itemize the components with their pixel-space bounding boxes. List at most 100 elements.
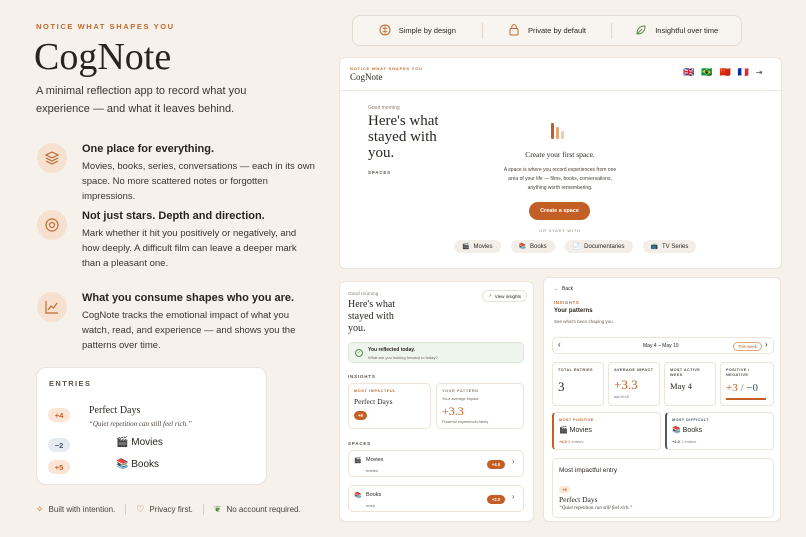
stat-value: +3.3 xyxy=(614,377,638,392)
feature-body: Movies, books, series, conversations — e… xyxy=(82,161,315,202)
entry-count: 2 entries xyxy=(568,439,584,444)
books-icon: 📚 xyxy=(518,244,526,250)
insights-sub: See what's been shaping you. xyxy=(554,319,614,324)
entry-movies: 🎬 Movies xyxy=(116,437,163,448)
feature-body: CogNote tracks the emotional impact of w… xyxy=(82,310,296,351)
entry-books: 📚 Books xyxy=(116,459,159,470)
ratio-bar xyxy=(726,398,766,400)
divider xyxy=(340,90,783,91)
entry-title: Books xyxy=(131,459,160,470)
entry-title: Perfect Days xyxy=(559,495,598,504)
flag-uk-icon[interactable]: 🇬🇧 xyxy=(683,67,694,78)
headline-line: you. xyxy=(348,323,366,334)
card-meta: +4.0 2 entries xyxy=(559,439,583,444)
app-brand[interactable]: CogNote xyxy=(350,72,383,82)
create-space-button[interactable]: Create a space xyxy=(529,202,590,220)
chevron-right-icon: › xyxy=(512,492,515,501)
most-impactful-card[interactable]: MOST IMPACTFUL Perfect Days +5 xyxy=(348,383,431,429)
space-row[interactable]: 🎬 Movies entries +4.0 › xyxy=(348,450,524,477)
stat-card: TOTAL ENTRIES 3 xyxy=(552,362,604,406)
card-title-text: Books xyxy=(682,427,703,434)
headline-line: Here's what xyxy=(368,113,439,129)
books-icon: 📚 xyxy=(116,459,129,470)
starter-chip[interactable]: 📄 Documentaries xyxy=(564,240,633,253)
date-range-bar: ‹ May 4 – May 10 This week › xyxy=(552,337,774,354)
bar-shape xyxy=(556,127,559,139)
card-heading: Most impactful entry xyxy=(559,467,618,474)
stat-label: POSITIVE / NEGATIVE xyxy=(726,368,750,377)
this-week-pill[interactable]: This week xyxy=(733,342,762,351)
view-insights-button[interactable]: ↗ View insights xyxy=(482,290,527,302)
back-button[interactable]: ← Back xyxy=(554,286,573,292)
pattern-card[interactable]: YOUR PATTERN Your average impact +3.3 Po… xyxy=(436,383,524,429)
greeting: Good morning xyxy=(368,105,400,111)
app-eyebrow: NOTICE WHAT SHAPES YOU xyxy=(350,66,423,71)
brain-icon xyxy=(379,24,391,38)
card-label: MOST DIFFICULT xyxy=(672,418,709,422)
starter-chip[interactable]: 📺 TV Series xyxy=(642,240,697,253)
chevron-right-icon[interactable]: › xyxy=(765,340,768,349)
value-separator: / xyxy=(740,382,744,394)
flag-brazil-icon[interactable]: 🇧🇷 xyxy=(701,67,712,78)
stat-label: TOTAL ENTRIES xyxy=(558,368,593,372)
empty-body: A space is where you record experiences … xyxy=(503,167,617,191)
trend-icon xyxy=(37,292,67,322)
entry-quote: “Quiet repetition can still feel rich.” xyxy=(89,420,192,428)
or-start-label: OR START WITH xyxy=(539,228,581,233)
hero-description: A minimal reflection app to record what … xyxy=(36,85,247,115)
headline-line: stayed with xyxy=(348,311,394,322)
entry-title: Perfect Days xyxy=(89,405,141,416)
card-title: Perfect Days xyxy=(354,397,393,406)
headline-line: you. xyxy=(368,145,395,161)
movie-camera-icon: 🎬 xyxy=(354,458,362,464)
space-row[interactable]: 📚 Books entry +2.0 › xyxy=(348,485,524,512)
entries-card: ENTRIES +4 Perfect Days “Quiet repetitio… xyxy=(36,367,267,485)
impact-badge: +5 xyxy=(48,460,70,474)
starter-chip[interactable]: 📚 Books xyxy=(510,240,555,253)
check-icon: ✓ xyxy=(355,349,363,357)
flag-china-icon[interactable]: 🇨🇳 xyxy=(719,67,730,78)
pattern-note: Powerful experiences lately xyxy=(442,420,489,424)
benefit-item: Private by default xyxy=(483,23,612,38)
card-title-text: Movies xyxy=(569,427,592,434)
impact-value: +4.0 xyxy=(559,439,567,444)
benefit-label: Insightful over time xyxy=(655,26,719,35)
layers-icon xyxy=(37,143,67,173)
most-difficult-card[interactable]: MOST DIFFICULT 📚 Books +2.0 1 entries xyxy=(665,412,774,450)
logout-icon[interactable]: ⇥ xyxy=(756,68,763,77)
card-label: MOST IMPACTFUL xyxy=(354,389,397,393)
flag-france-icon[interactable]: 🇫🇷 xyxy=(738,67,749,78)
impact-badge: +2.0 xyxy=(487,495,505,504)
most-positive-card[interactable]: MOST POSITIVE 🎬 Movies +4.0 2 entries xyxy=(552,412,661,450)
card-title: 📚 Books xyxy=(672,426,702,434)
impact-badge: +4 xyxy=(48,408,70,422)
headline: Here's what stayed with you. xyxy=(368,113,439,161)
date-range: May 4 – May 10 xyxy=(643,343,679,349)
feature-title: One place for everything. xyxy=(82,143,215,155)
stat-value: 3 xyxy=(558,379,565,394)
most-impactful-entry-card[interactable]: Most impactful entry +5 Perfect Days “Qu… xyxy=(552,458,774,518)
books-icon: 📚 xyxy=(354,493,362,499)
app-home-screen: Good morning Here's what stayed with you… xyxy=(339,281,534,522)
target-icon xyxy=(37,210,67,240)
greeting: Good morning xyxy=(348,292,379,297)
button-label: Back xyxy=(562,286,574,292)
chevron-left-icon[interactable]: ‹ xyxy=(558,340,561,349)
chart-icon: ↗ xyxy=(488,293,492,298)
card-label: MOST POSITIVE xyxy=(559,418,594,422)
leaf-icon: ❦ xyxy=(213,504,222,514)
impact-badge: +4.0 xyxy=(487,460,505,469)
movie-camera-icon: 🎬 xyxy=(559,427,568,434)
hero-eyebrow: NOTICE WHAT SHAPES YOU xyxy=(36,22,175,31)
impact-badge: +5 xyxy=(354,411,367,420)
feature-body: Mark whether it hit you positively or ne… xyxy=(82,228,297,269)
hero-title: CogNote xyxy=(34,36,172,78)
footer-item: No account required. xyxy=(226,505,301,514)
starter-chip[interactable]: 🎬 Movies xyxy=(454,240,501,253)
chip-label: Documentaries xyxy=(584,243,625,250)
chevron-right-icon: › xyxy=(512,457,515,466)
headline: Here's what stayed with you. xyxy=(348,299,395,335)
benefit-label: Private by default xyxy=(528,26,586,35)
footer-item: Privacy first. xyxy=(149,505,193,514)
reflected-title: You reflected today. xyxy=(368,347,416,353)
